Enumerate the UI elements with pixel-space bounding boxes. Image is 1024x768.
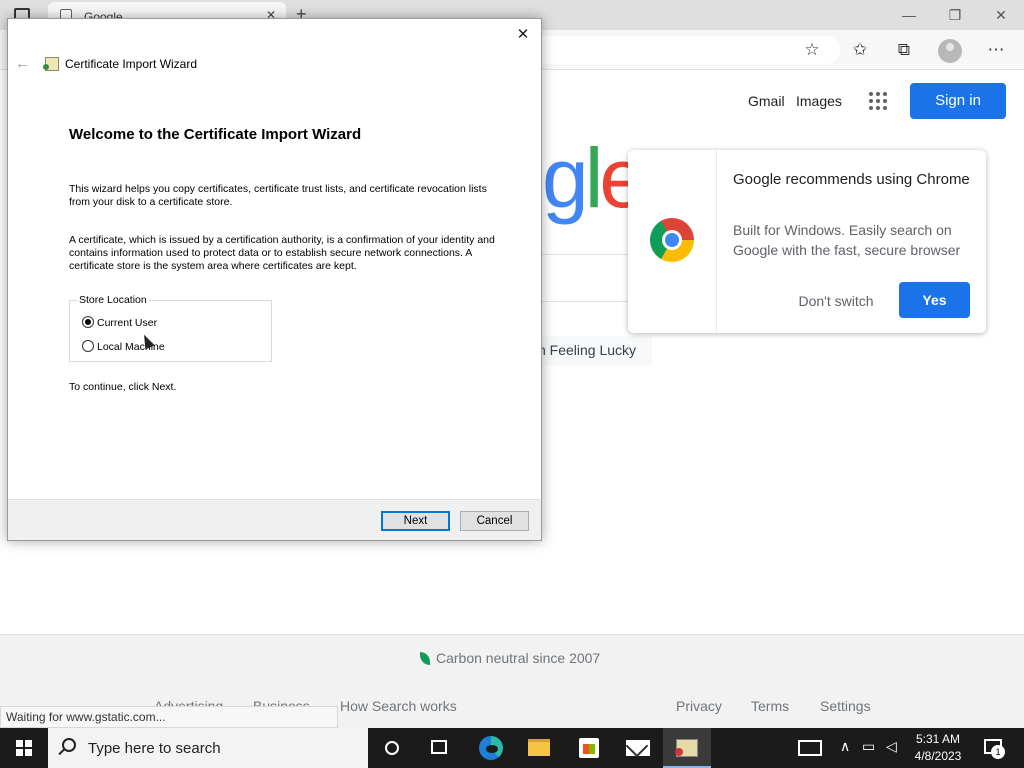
close-window-button[interactable]: ✕	[978, 4, 1024, 26]
images-link[interactable]: Images	[796, 93, 842, 109]
radio-current-user[interactable]: Current User	[82, 316, 157, 329]
radio-label: Current User	[97, 317, 158, 329]
wizard-button-bar: Next Cancel	[8, 499, 541, 540]
logo-letter: g	[542, 131, 589, 225]
certificate-import-wizard: ✕ ← Certificate Import Wizard Welcome to…	[7, 18, 542, 541]
sign-in-button[interactable]: Sign in	[910, 83, 1006, 119]
system-clock[interactable]: 5:31 AM 4/8/2023	[905, 731, 971, 765]
back-arrow-icon[interactable]: ←	[15, 55, 30, 72]
carbon-text: Carbon neutral since 2007	[436, 650, 601, 666]
taskbar-search-box[interactable]: Type here to search	[48, 728, 368, 768]
collections-icon[interactable]: ⧉	[892, 38, 916, 62]
news-icon[interactable]	[798, 740, 822, 756]
gmail-link[interactable]: Gmail	[748, 93, 785, 109]
feeling-lucky-button[interactable]: n Feeling Lucky	[530, 336, 652, 366]
favorites-icon[interactable]: ✩	[848, 38, 872, 62]
mail-icon[interactable]	[626, 740, 650, 756]
certificate-icon	[43, 57, 59, 71]
chrome-promo-card: Google recommends using Chrome Built for…	[628, 150, 986, 333]
google-apps-icon[interactable]	[869, 92, 887, 110]
clock-date: 4/8/2023	[914, 749, 962, 763]
add-favorite-icon[interactable]: ☆	[800, 38, 824, 62]
yes-button[interactable]: Yes	[899, 282, 970, 318]
store-icon[interactable]	[579, 738, 599, 758]
windows-taskbar: Type here to search ∧ ▭ ◁ 5:31 AM 4/8/20…	[0, 728, 1024, 768]
search-placeholder: Type here to search	[88, 740, 221, 757]
store-location-group: Store Location Current User Local Machin…	[69, 294, 272, 362]
radio-button[interactable]	[82, 340, 94, 352]
more-menu-icon[interactable]: ⋯	[984, 38, 1008, 62]
start-button[interactable]	[0, 728, 48, 768]
wizard-description-text: A certificate, which is issued by a cert…	[69, 234, 495, 272]
leaf-icon	[420, 652, 430, 665]
promo-divider	[716, 150, 717, 333]
network-icon[interactable]: ▭	[862, 738, 875, 755]
footer-link-how-search-works[interactable]: How Search works	[340, 698, 457, 714]
search-icon	[62, 738, 76, 752]
browser-status-bar: Waiting for www.gstatic.com...	[0, 706, 338, 728]
profile-avatar[interactable]	[938, 39, 962, 63]
task-view-icon[interactable]	[431, 740, 447, 754]
show-hidden-icons-icon[interactable]: ∧	[840, 738, 850, 755]
radio-label: Local Machine	[97, 341, 165, 353]
dont-switch-button[interactable]: Don't switch	[786, 283, 886, 319]
continue-instruction: To continue, click Next.	[69, 381, 177, 393]
carbon-neutral-note: Carbon neutral since 2007	[420, 650, 600, 666]
volume-icon[interactable]: ◁	[886, 738, 897, 755]
store-location-legend: Store Location	[77, 294, 149, 306]
wizard-intro-text: This wizard helps you copy certificates,…	[69, 183, 487, 208]
wizard-heading: Welcome to the Certificate Import Wizard	[69, 126, 362, 143]
certificate-app-icon	[675, 739, 698, 757]
chrome-icon	[650, 218, 694, 262]
clock-time: 5:31 AM	[915, 732, 961, 746]
search-box-border	[542, 254, 628, 255]
edge-icon[interactable]	[479, 736, 503, 760]
wizard-close-button[interactable]: ✕	[513, 26, 533, 44]
file-explorer-icon[interactable]	[528, 739, 550, 756]
restore-button[interactable]: ❐	[932, 4, 978, 26]
footer-link-settings[interactable]: Settings	[820, 698, 871, 714]
minimize-button[interactable]: —	[886, 4, 932, 26]
cortana-icon[interactable]	[385, 741, 399, 755]
footer-link-privacy[interactable]: Privacy	[676, 698, 722, 714]
promo-title: Google recommends using Chrome	[733, 171, 970, 188]
search-divider	[542, 301, 628, 302]
logo-letter: l	[584, 131, 604, 225]
wizard-title: Certificate Import Wizard	[65, 57, 198, 71]
footer-link-terms[interactable]: Terms	[751, 698, 789, 714]
notification-badge: 1	[991, 745, 1005, 759]
cancel-button[interactable]: Cancel	[460, 511, 529, 531]
promo-text: Built for Windows. Easily search on Goog…	[733, 222, 961, 258]
taskbar-certificate-wizard[interactable]	[663, 728, 711, 768]
radio-button-checked[interactable]	[82, 316, 94, 328]
next-button[interactable]: Next	[381, 511, 450, 531]
windows-logo-icon	[16, 740, 32, 756]
